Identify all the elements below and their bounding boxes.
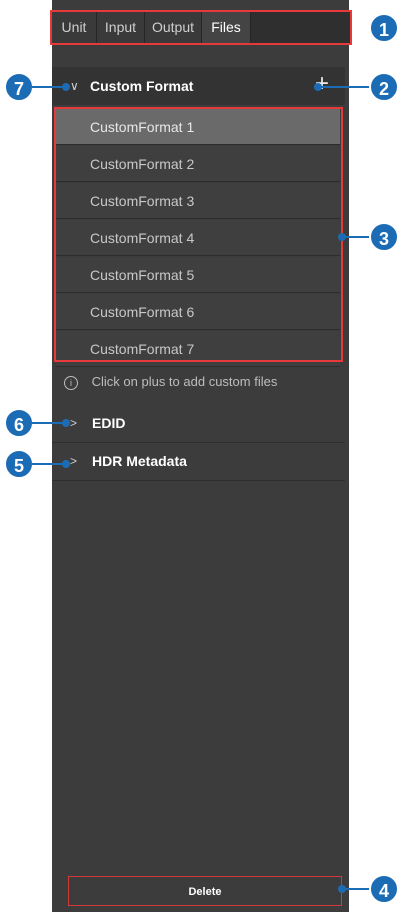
callout-line (342, 236, 370, 238)
tabs-highlight-box (50, 10, 352, 45)
chevron-right-icon: > (70, 454, 78, 468)
delete-button[interactable]: Delete (68, 876, 342, 906)
custom-format-title: Custom Format (90, 78, 194, 94)
callout-dot (338, 233, 346, 241)
chevron-right-icon: > (70, 416, 78, 430)
callout-dot (62, 83, 70, 91)
callout-dot (338, 885, 346, 893)
info-text: Click on plus to add custom files (91, 374, 278, 389)
callout-line (342, 888, 370, 890)
info-icon: i (64, 375, 78, 390)
callout-6: 6 (4, 408, 34, 438)
callout-dot (62, 419, 70, 427)
info-hint: i Click on plus to add custom files (64, 374, 277, 390)
section-edid[interactable]: > EDID (52, 404, 345, 443)
callout-1: 1 (369, 13, 399, 43)
callout-7: 7 (4, 72, 34, 102)
callout-line (32, 86, 66, 88)
callout-2: 2 (369, 72, 399, 102)
callout-line (32, 463, 66, 465)
callout-line (32, 422, 66, 424)
callout-4: 4 (369, 874, 399, 904)
callout-3: 3 (369, 222, 399, 252)
callout-line (316, 86, 370, 88)
section-hdr-metadata[interactable]: > HDR Metadata (52, 442, 345, 481)
chevron-down-icon: ∨ (70, 79, 79, 93)
list-highlight-box (54, 107, 343, 362)
section-label: HDR Metadata (92, 453, 187, 469)
callout-dot (314, 83, 322, 91)
callout-5: 5 (4, 449, 34, 479)
section-label: EDID (92, 415, 126, 431)
custom-format-header[interactable]: ∨ Custom Format + (52, 67, 345, 105)
callout-dot (62, 460, 70, 468)
